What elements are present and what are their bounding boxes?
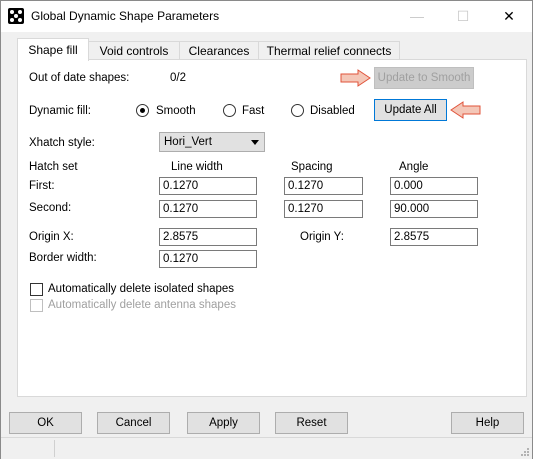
- origin-y-label: Origin Y:: [300, 231, 344, 243]
- dialog-window: Global Dynamic Shape Parameters — ☐ ✕ Sh…: [0, 0, 533, 459]
- xhatch-style-select[interactable]: Hori_Vert: [159, 132, 265, 152]
- xhatch-style-value: Hori_Vert: [164, 136, 212, 148]
- tab-clearances[interactable]: Clearances: [179, 41, 259, 60]
- tab-void-controls[interactable]: Void controls: [88, 41, 180, 60]
- origin-x-input[interactable]: 2.8575: [159, 228, 257, 246]
- origin-y-input[interactable]: 2.8575: [390, 228, 478, 246]
- callout-arrow-left-icon: [450, 101, 481, 119]
- update-all-button[interactable]: Update All: [374, 99, 447, 121]
- line-width-header: Line width: [171, 161, 223, 173]
- radio-fast-label[interactable]: Fast: [242, 105, 264, 117]
- title-bar[interactable]: Global Dynamic Shape Parameters — ☐ ✕: [1, 1, 532, 32]
- radio-smooth-label[interactable]: Smooth: [156, 105, 196, 117]
- cancel-button[interactable]: Cancel: [97, 412, 170, 434]
- border-width-input[interactable]: 0.1270: [159, 250, 257, 268]
- out-of-date-value: 0/2: [170, 72, 186, 84]
- resize-grip-icon[interactable]: [520, 447, 530, 457]
- radio-fast[interactable]: [223, 104, 236, 117]
- callout-arrow-right-icon: [340, 69, 371, 87]
- border-width-label: Border width:: [29, 252, 97, 264]
- first-spacing-input[interactable]: 0.1270: [284, 177, 363, 195]
- status-bar: [1, 437, 532, 459]
- origin-x-label: Origin X:: [29, 231, 74, 243]
- second-row-label: Second:: [29, 202, 72, 214]
- radio-disabled[interactable]: [291, 104, 304, 117]
- angle-header: Angle: [399, 161, 429, 173]
- auto-delete-isolated-label[interactable]: Automatically delete isolated shapes: [48, 283, 234, 295]
- auto-delete-isolated-checkbox[interactable]: [30, 283, 43, 296]
- auto-delete-antenna-checkbox: [30, 299, 43, 312]
- help-button[interactable]: Help: [451, 412, 524, 434]
- chevron-down-icon: [251, 140, 259, 145]
- apply-button[interactable]: Apply: [187, 412, 260, 434]
- dynamic-fill-label: Dynamic fill:: [29, 105, 91, 117]
- out-of-date-label: Out of date shapes:: [29, 72, 130, 84]
- auto-delete-antenna-label: Automatically delete antenna shapes: [48, 299, 236, 311]
- app-icon: [8, 8, 24, 24]
- spacing-header: Spacing: [291, 161, 333, 173]
- reset-button[interactable]: Reset: [275, 412, 348, 434]
- first-line-width-input[interactable]: 0.1270: [159, 177, 257, 195]
- first-angle-input[interactable]: 0.000: [390, 177, 478, 195]
- maximize-button: ☐: [456, 8, 470, 24]
- minimize-button: —: [410, 8, 424, 24]
- first-row-label: First:: [29, 180, 55, 192]
- hatch-set-label: Hatch set: [29, 161, 78, 173]
- tab-thermal-relief-connects[interactable]: Thermal relief connects: [258, 41, 400, 60]
- second-line-width-input[interactable]: 0.1270: [159, 200, 257, 218]
- second-angle-input[interactable]: 90.000: [390, 200, 478, 218]
- close-button[interactable]: ✕: [486, 1, 532, 32]
- second-spacing-input[interactable]: 0.1270: [284, 200, 363, 218]
- status-bar-divider: [54, 440, 55, 457]
- tab-shape-fill[interactable]: Shape fill: [17, 38, 89, 61]
- window-title: Global Dynamic Shape Parameters: [31, 9, 220, 23]
- update-to-smooth-button: Update to Smooth: [374, 67, 474, 89]
- radio-smooth[interactable]: [136, 104, 149, 117]
- radio-disabled-label[interactable]: Disabled: [310, 105, 355, 117]
- xhatch-style-label: Xhatch style:: [29, 137, 95, 149]
- ok-button[interactable]: OK: [9, 412, 82, 434]
